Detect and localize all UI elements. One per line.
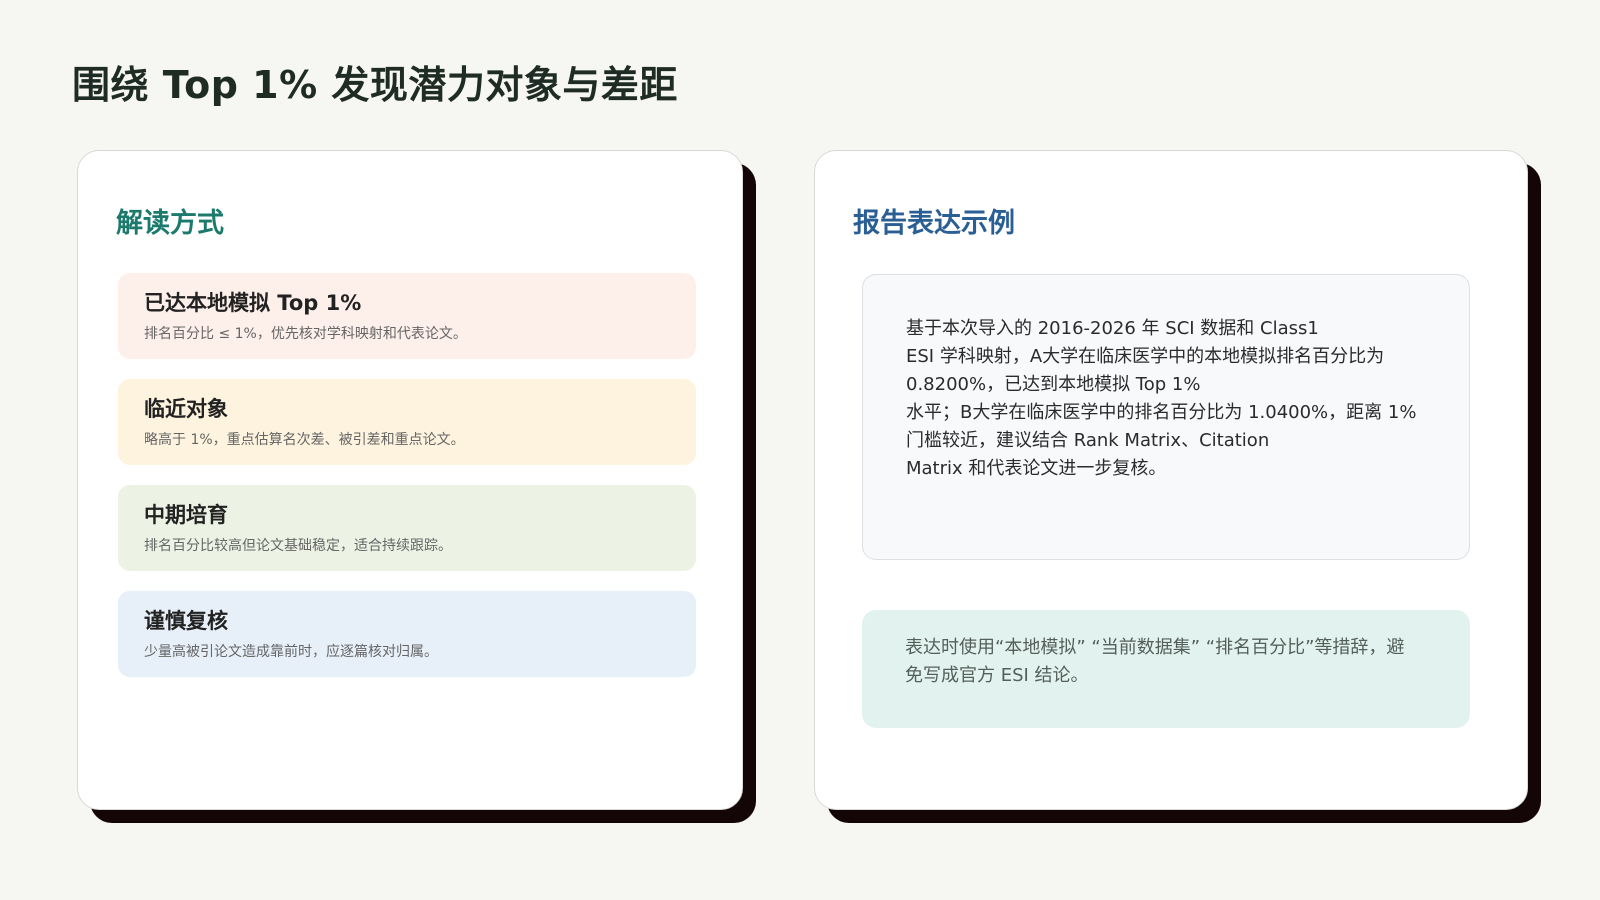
example-line: 基于本次导入的 2016-2026 年 SCI 数据和 Class1: [906, 318, 1319, 339]
interpretation-item-near: 临近对象 略高于 1%，重点估算名次差、被引差和重点论文。: [118, 379, 696, 465]
note-line: 表达时使用“本地模拟” “当前数据集” “排名百分比”等措辞，避: [905, 637, 1405, 658]
item-title: 临近对象: [144, 397, 228, 421]
item-title: 已达本地模拟 Top 1%: [144, 291, 362, 315]
example-line: Matrix 和代表论文进一步复核。: [906, 458, 1167, 479]
interpretation-item-reached-top1: 已达本地模拟 Top 1% 排名百分比 ≤ 1%，优先核对学科映射和代表论文。: [118, 273, 696, 359]
interpretation-item-careful-review: 谨慎复核 少量高被引论文造成靠前时，应逐篇核对归属。: [118, 591, 696, 677]
report-heading: 报告表达示例: [853, 208, 1015, 239]
item-title: 中期培育: [144, 503, 228, 527]
report-example-box: 基于本次导入的 2016-2026 年 SCI 数据和 Class1 ESI 学…: [862, 274, 1470, 560]
item-description: 排名百分比 ≤ 1%，优先核对学科映射和代表论文。: [144, 326, 467, 342]
item-description: 排名百分比较高但论文基础稳定，适合持续跟踪。: [144, 538, 452, 554]
item-description: 略高于 1%，重点估算名次差、被引差和重点论文。: [144, 432, 465, 448]
page-title: 围绕 Top 1% 发现潜力对象与差距: [72, 63, 678, 107]
item-description: 少量高被引论文造成靠前时，应逐篇核对归属。: [144, 644, 438, 660]
interpretation-heading: 解读方式: [116, 208, 224, 239]
report-card: 报告表达示例 基于本次导入的 2016-2026 年 SCI 数据和 Class…: [814, 150, 1528, 810]
interpretation-item-mid-term: 中期培育 排名百分比较高但论文基础稳定，适合持续跟踪。: [118, 485, 696, 571]
example-line: 水平；B大学在临床医学中的排名百分比为 1.0400%，距离 1%: [906, 402, 1417, 423]
item-title: 谨慎复核: [144, 609, 228, 633]
note-line: 免写成官方 ESI 结论。: [905, 665, 1089, 686]
example-line: ESI 学科映射，A大学在临床医学中的本地模拟排名百分比为: [906, 346, 1385, 367]
interpretation-card: 解读方式 已达本地模拟 Top 1% 排名百分比 ≤ 1%，优先核对学科映射和代…: [77, 150, 743, 810]
example-line: 门槛较近，建议结合 Rank Matrix、Citation: [906, 430, 1270, 451]
example-line: 0.8200%，已达到本地模拟 Top 1%: [906, 374, 1201, 395]
report-note-box: 表达时使用“本地模拟” “当前数据集” “排名百分比”等措辞，避 免写成官方 E…: [862, 610, 1470, 728]
